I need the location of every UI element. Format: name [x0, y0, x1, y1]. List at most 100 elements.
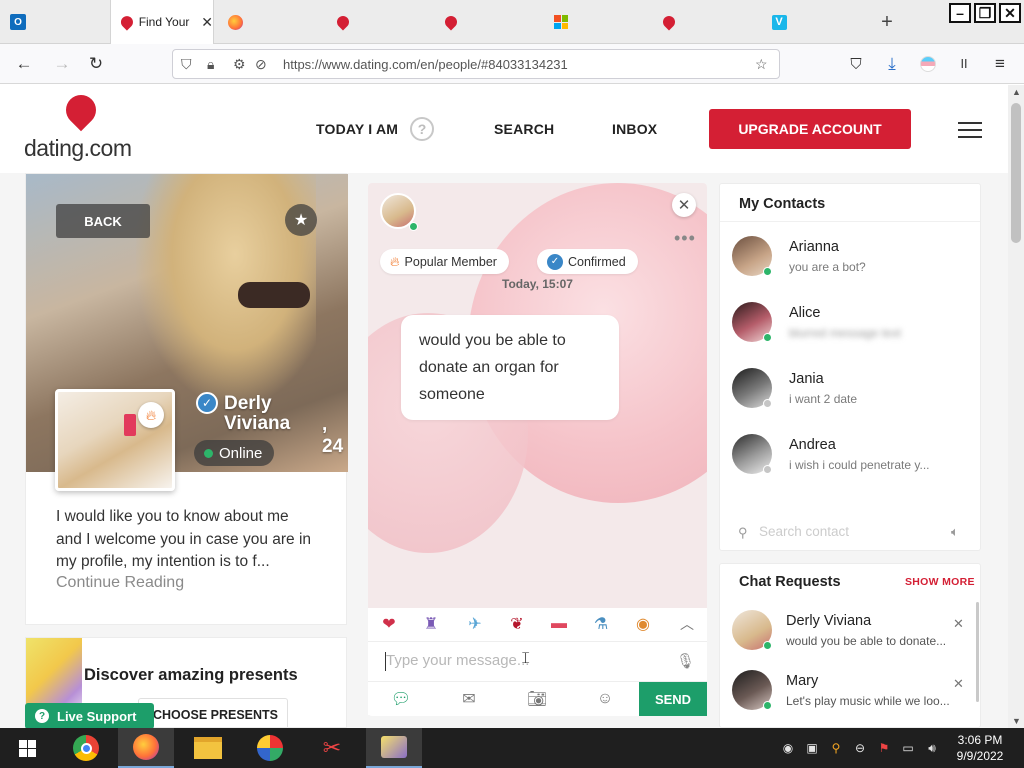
tray-flag-icon[interactable]: ⚑ — [876, 740, 892, 756]
extension-icon[interactable]: ⅠⅠ — [952, 52, 976, 76]
back-button[interactable]: BACK — [56, 204, 150, 238]
taskbar-app[interactable] — [366, 728, 422, 768]
taskbar-chrome[interactable] — [58, 728, 114, 768]
emoji-icon[interactable]: ☺ — [594, 688, 616, 710]
back-arrow-icon[interactable]: ← — [12, 52, 36, 76]
dismiss-request-icon[interactable]: ✕ — [953, 676, 964, 692]
tab-v[interactable]: V — [766, 0, 792, 44]
tray-search-icon[interactable]: ⚲ — [828, 740, 844, 756]
fishbowl-sticker-icon[interactable]: ◉ — [632, 613, 654, 635]
taskbar-clock[interactable]: 3:06 PM 9/9/2022 — [948, 732, 1012, 764]
live-support-button[interactable]: ? Live Support — [25, 703, 154, 728]
online-dot-icon — [409, 222, 418, 231]
microphone-icon[interactable]: 🎙︎ — [676, 652, 695, 670]
choose-presents-button[interactable]: CHOOSE PRESENTS — [138, 698, 288, 727]
nav-today-i-am[interactable]: TODAY I AM — [316, 121, 398, 137]
download-icon[interactable]: ⤓ — [880, 52, 904, 76]
taskbar-file-explorer[interactable] — [180, 728, 236, 768]
chat-bubble-icon[interactable]: 💬︎ — [390, 688, 412, 710]
contact-item[interactable]: Jania i want 2 date — [720, 368, 980, 434]
tray-minus-icon[interactable]: ⊖ — [852, 740, 868, 756]
plane-sticker-icon[interactable]: ✈ — [464, 613, 486, 635]
app-menu-icon[interactable]: ≡ — [988, 52, 1012, 76]
reload-icon[interactable]: ↻ — [84, 52, 108, 76]
new-tab-button[interactable]: + — [874, 0, 900, 44]
close-window-button[interactable]: ✕ — [999, 3, 1021, 23]
contact-item[interactable]: Alice blurred message text — [720, 302, 980, 368]
continue-reading-link[interactable]: Continue Reading — [56, 574, 184, 592]
tray-people-icon[interactable]: ◉ — [780, 740, 796, 756]
tray-volume-icon[interactable]: 🔊︎ — [924, 740, 940, 756]
dismiss-request-icon[interactable]: ✕ — [953, 616, 964, 632]
envelope-icon[interactable]: ✉ — [458, 688, 480, 710]
contact-item[interactable]: Arianna you are a bot? — [720, 236, 980, 302]
tab-find-your[interactable]: Find Your ✕ — [110, 0, 214, 44]
scroll-thumb[interactable] — [1011, 103, 1021, 243]
chat-request-item[interactable]: Derly Viviana would you be able to donat… — [720, 610, 980, 666]
taskbar-snipping[interactable]: ✂ — [304, 728, 360, 768]
help-icon[interactable]: ? — [410, 117, 434, 141]
url-bar[interactable]: ⛉ 🔒︎ ⚙ ⊘ https://www.dating.com/en/peopl… — [172, 49, 780, 79]
logo-heart-icon[interactable] — [59, 88, 103, 132]
extension-flag-icon[interactable] — [916, 52, 940, 76]
castle-sticker-icon[interactable]: ♜ — [420, 613, 442, 635]
forward-arrow-icon[interactable]: → — [50, 52, 74, 76]
message-placeholder: Type your message... — [386, 652, 530, 669]
online-status-badge: Online — [194, 440, 275, 466]
tray-monitor-icon[interactable]: ▭ — [900, 740, 916, 756]
dating-heart-icon — [118, 13, 136, 31]
show-more-link[interactable]: SHOW MORE — [905, 576, 975, 588]
page-viewport: dating.com TODAY I AM ? SEARCH INBOX UPG… — [0, 85, 1008, 728]
speaker-icon[interactable]: 🔈︎ — [951, 524, 959, 540]
windows-icon — [18, 739, 36, 757]
tab-firefox[interactable] — [222, 0, 248, 44]
hamburger-menu-icon[interactable] — [958, 122, 982, 138]
chat-request-item[interactable]: Mary Let's play music while we loo... ✕ — [720, 670, 980, 726]
camera-icon[interactable]: 📷︎ — [526, 688, 548, 710]
minimize-button[interactable]: – — [949, 3, 971, 23]
scroll-down-icon[interactable]: ▼ — [1012, 716, 1021, 726]
contact-item[interactable]: Andrea i wish i could penetrate y... — [720, 434, 980, 500]
dating-heart-icon — [660, 13, 678, 31]
tab-microsoft[interactable] — [548, 0, 574, 44]
close-chat-icon[interactable]: ✕ — [672, 193, 696, 217]
potion-sticker-icon[interactable]: ⚗ — [590, 613, 612, 635]
tab-dating-4[interactable] — [656, 0, 682, 44]
tab-close-icon[interactable]: ✕ — [201, 14, 213, 31]
url-text[interactable]: https://www.dating.com/en/people/#840331… — [283, 57, 568, 72]
contact-search[interactable]: ⚲ Search contact 🔈︎ — [720, 520, 980, 546]
upgrade-account-button[interactable]: UPGRADE ACCOUNT — [709, 109, 911, 149]
gift-sticker-icon[interactable]: ▬ — [548, 613, 570, 635]
send-button[interactable]: SEND — [639, 682, 707, 716]
message-input[interactable]: Type your message... 🎙︎ — [368, 641, 707, 681]
nav-inbox[interactable]: INBOX — [612, 121, 657, 137]
camera-blocked-icon[interactable]: ⊘ — [255, 56, 267, 73]
tray-network-icon[interactable]: ▣ — [804, 740, 820, 756]
scroll-up-icon[interactable]: ▲ — [1012, 87, 1021, 97]
restore-button[interactable]: ❐ — [974, 3, 996, 23]
tab-dating-3[interactable] — [438, 0, 464, 44]
tab-outlook[interactable]: O — [0, 0, 36, 44]
search-icon: ⚲ — [738, 525, 748, 540]
start-button[interactable] — [0, 728, 54, 768]
shield-icon[interactable]: ⛉ — [181, 56, 192, 73]
tab-dating-2[interactable] — [330, 0, 356, 44]
bookmark-star-icon[interactable]: ☆ — [755, 56, 768, 73]
requests-scrollbar[interactable] — [976, 602, 979, 702]
favorite-star-icon[interactable]: ★ — [285, 204, 317, 236]
logo[interactable]: dating.com — [24, 135, 132, 162]
lock-icon[interactable]: 🔒︎ — [207, 56, 214, 73]
pocket-icon[interactable]: ⛉ — [844, 52, 868, 76]
search-contact-input[interactable]: Search contact — [759, 524, 849, 539]
taskbar-firefox[interactable] — [118, 728, 174, 768]
heart-sticker-icon[interactable]: ❤ — [378, 613, 400, 635]
chevron-up-icon[interactable]: ︿ — [676, 613, 698, 635]
roses-sticker-icon[interactable]: ❦ — [506, 613, 528, 635]
page-scrollbar[interactable]: ▲ ▼ — [1008, 85, 1024, 728]
taskbar-paint[interactable] — [242, 728, 298, 768]
browser-tab-bar: O Find Your ✕ V + – ❐ ✕ — [0, 0, 1024, 44]
nav-search[interactable]: SEARCH — [494, 121, 554, 137]
more-options-icon[interactable]: ••• — [674, 229, 696, 247]
permissions-icon[interactable]: ⚙ — [233, 56, 246, 73]
chat-requests-panel: Chat Requests SHOW MORE Derly Viviana wo… — [719, 563, 981, 728]
